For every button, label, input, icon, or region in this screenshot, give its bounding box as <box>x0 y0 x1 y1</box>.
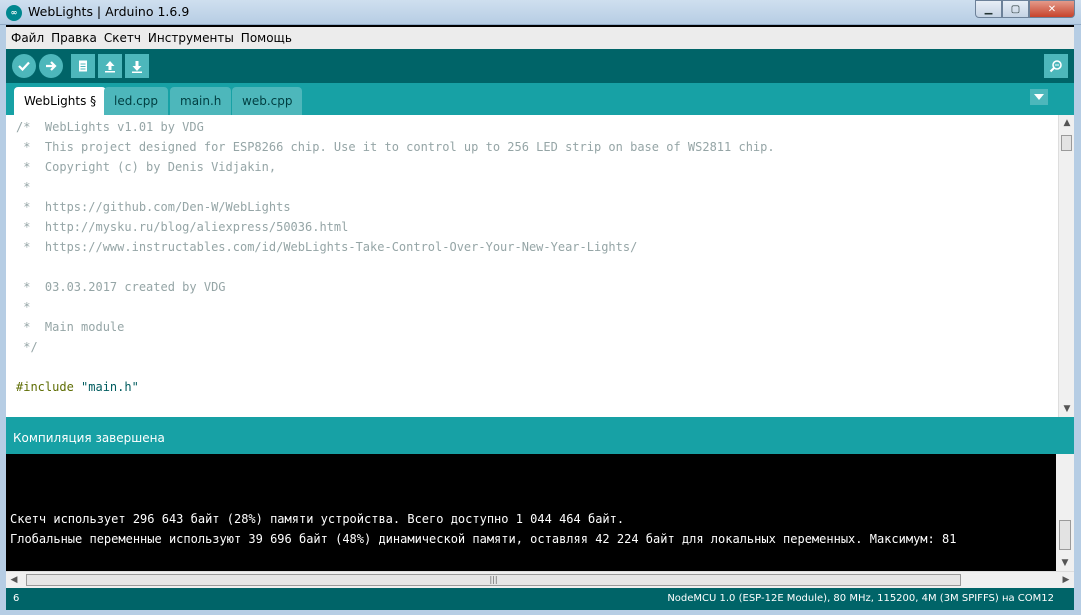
status-bar: Компиляция завершена <box>6 422 1074 454</box>
code-line: * https://www.instructables.com/id/WebLi… <box>16 240 638 254</box>
menu-help[interactable]: Помощь <box>241 31 292 45</box>
chevron-down-icon <box>1034 94 1044 100</box>
code-editor[interactable]: /* WebLights v1.01 by VDG * This project… <box>6 115 1058 417</box>
save-sketch-button[interactable] <box>125 54 149 78</box>
menu-sketch[interactable]: Скетч <box>104 31 141 45</box>
code-line: * <box>16 180 31 194</box>
tab-led-cpp[interactable]: led.cpp <box>104 87 168 115</box>
tab-menu-button[interactable] <box>1030 89 1048 105</box>
save-icon <box>132 61 142 73</box>
upload-icon <box>46 61 57 71</box>
verify-button[interactable] <box>12 54 36 78</box>
toolbar <box>6 49 1074 83</box>
editor-vertical-scrollbar[interactable]: ▲ ▼ <box>1058 115 1074 417</box>
console-vertical-scrollbar[interactable]: ▼ <box>1056 454 1074 571</box>
console-scroll-thumb[interactable] <box>1059 520 1071 550</box>
title-bar[interactable]: ∞ WebLights | Arduino 1.6.9 ▁ ▢ ✕ <box>0 0 1081 25</box>
menu-bar: Файл Правка Скетч Инструменты Помощь <box>6 27 1074 49</box>
code-line: * <box>16 300 31 314</box>
close-button[interactable]: ✕ <box>1029 0 1075 18</box>
code-line: * This project designed for ESP8266 chip… <box>16 140 775 154</box>
window-frame-bottom <box>0 610 1081 615</box>
code-line: * https://github.com/Den-W/WebLights <box>16 200 291 214</box>
footer-bar: 6 NodeMCU 1.0 (ESP-12E Module), 80 MHz, … <box>6 588 1074 610</box>
verify-icon <box>18 61 30 72</box>
open-sketch-button[interactable] <box>98 54 122 78</box>
scroll-right-arrow-icon[interactable]: ▶ <box>1058 572 1074 588</box>
code-line: * 03.03.2017 created by VDG <box>16 280 226 294</box>
github-link[interactable]: https://github.com/Den-W/WebLights <box>45 200 291 214</box>
minimize-button[interactable]: ▁ <box>975 0 1002 18</box>
menu-tools[interactable]: Инструменты <box>148 31 234 45</box>
window-controls: ▁ ▢ ✕ <box>975 0 1075 18</box>
new-icon <box>79 60 87 72</box>
console-line: Скетч использует 296 643 байт (28%) памя… <box>10 512 625 526</box>
board-info: NodeMCU 1.0 (ESP-12E Module), 80 MHz, 11… <box>667 593 1054 604</box>
code-line: */ <box>16 340 38 354</box>
scroll-down-arrow-icon[interactable]: ▼ <box>1057 555 1073 571</box>
menu-edit[interactable]: Правка <box>51 31 97 45</box>
serial-monitor-button[interactable] <box>1044 54 1068 78</box>
line-number: 6 <box>13 593 20 604</box>
menu-file[interactable]: Файл <box>11 31 44 45</box>
code-line: * http://mysku.ru/blog/aliexpress/50036.… <box>16 220 349 234</box>
console-output[interactable]: Скетч использует 296 643 байт (28%) памя… <box>6 454 1056 571</box>
tab-weblights[interactable]: WebLights § <box>14 87 107 115</box>
tab-web-cpp[interactable]: web.cpp <box>232 87 303 115</box>
window-frame-right <box>1074 25 1081 615</box>
tab-bar: WebLights § led.cpp main.h web.cpp <box>6 83 1074 115</box>
scroll-left-arrow-icon[interactable]: ◀ <box>6 572 22 588</box>
console-hscroll-thumb[interactable]: ||| <box>26 574 961 586</box>
editor-scroll-thumb[interactable] <box>1061 135 1072 151</box>
tab-main-h[interactable]: main.h <box>170 87 232 115</box>
serial-monitor-icon <box>1049 60 1062 73</box>
window-title: WebLights | Arduino 1.6.9 <box>28 4 190 19</box>
arduino-icon[interactable]: ∞ <box>6 5 22 21</box>
open-icon <box>105 61 115 73</box>
code-line: /* WebLights v1.01 by VDG <box>16 120 204 134</box>
code-line: #include "main.h" <box>16 380 139 394</box>
maximize-button[interactable]: ▢ <box>1002 0 1029 18</box>
console-line: Глобальные переменные используют 39 696 … <box>10 532 957 546</box>
new-sketch-button[interactable] <box>71 54 95 78</box>
console-horizontal-scrollbar[interactable]: ◀ ||| ▶ <box>6 571 1074 588</box>
scroll-down-arrow-icon[interactable]: ▼ <box>1059 401 1075 417</box>
upload-button[interactable] <box>39 54 63 78</box>
instructables-link[interactable]: https://www.instructables.com/id/WebLigh… <box>45 240 637 254</box>
scroll-up-arrow-icon[interactable]: ▲ <box>1059 115 1075 131</box>
code-line: * Copyright (c) by Denis Vidjakin, <box>16 160 277 174</box>
mysku-link[interactable]: http://mysku.ru/blog/aliexpress/50036.ht… <box>45 220 348 234</box>
code-line: * Main module <box>16 320 125 334</box>
